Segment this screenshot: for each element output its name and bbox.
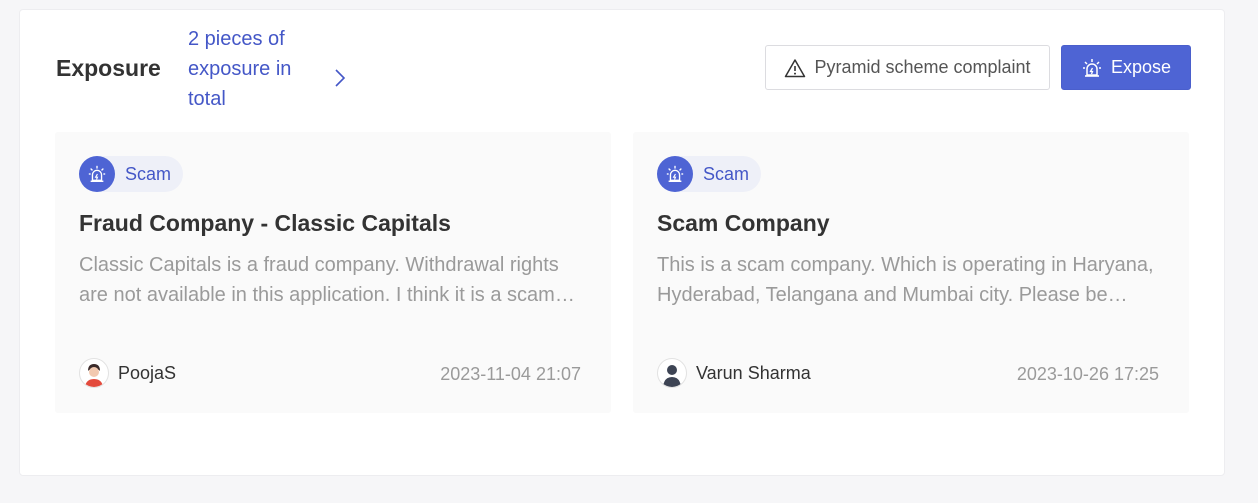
post-date: 2023-10-26 17:25 [1016, 364, 1159, 384]
pyramid-complaint-label: Pyramid scheme complaint [814, 57, 1031, 77]
category-tag-label: Scam [125, 163, 172, 184]
exposure-count-text: 2 pieces of exposure in total [188, 28, 292, 110]
card-description: Classic Capitals is a fraud company. Wit… [79, 254, 559, 306]
card-author: Varun Sharma [657, 358, 811, 388]
author-name: Varun Sharma [696, 362, 811, 383]
exposure-count-link[interactable]: 2 pieces of exposure in total [188, 24, 368, 114]
avatar [657, 358, 687, 388]
exposure-card[interactable]: Scam Fraud Company - Classic Capitals Cl… [55, 132, 611, 413]
chevron-right-icon [334, 68, 346, 93]
category-tag: Scam [79, 156, 184, 192]
author-name: PoojaS [118, 362, 177, 383]
alarm-siren-icon [79, 156, 115, 192]
pyramid-complaint-button[interactable]: Pyramid scheme complaint [765, 45, 1050, 90]
exposure-panel: Exposure 2 pieces of exposure in total P… [19, 9, 1225, 476]
alarm-siren-icon [657, 156, 693, 192]
card-author: PoojaS [79, 358, 176, 388]
card-title: Scam Company [657, 210, 830, 236]
category-tag: Scam [657, 156, 762, 192]
avatar [79, 358, 109, 388]
expose-label: Expose [1110, 57, 1172, 77]
category-tag-label: Scam [703, 163, 750, 184]
post-date: 2023-11-04 21:07 [440, 364, 581, 384]
warning-triangle-icon [784, 58, 806, 78]
card-description: This is a scam company. Which is operati… [657, 254, 1154, 306]
card-title: Fraud Company - Classic Capitals [79, 210, 451, 236]
exposure-card[interactable]: Scam Scam Company This is a scam company… [633, 132, 1189, 413]
expose-button[interactable]: Expose [1061, 45, 1191, 90]
section-title: Exposure [56, 55, 161, 81]
alarm-siren-icon [1081, 57, 1103, 79]
